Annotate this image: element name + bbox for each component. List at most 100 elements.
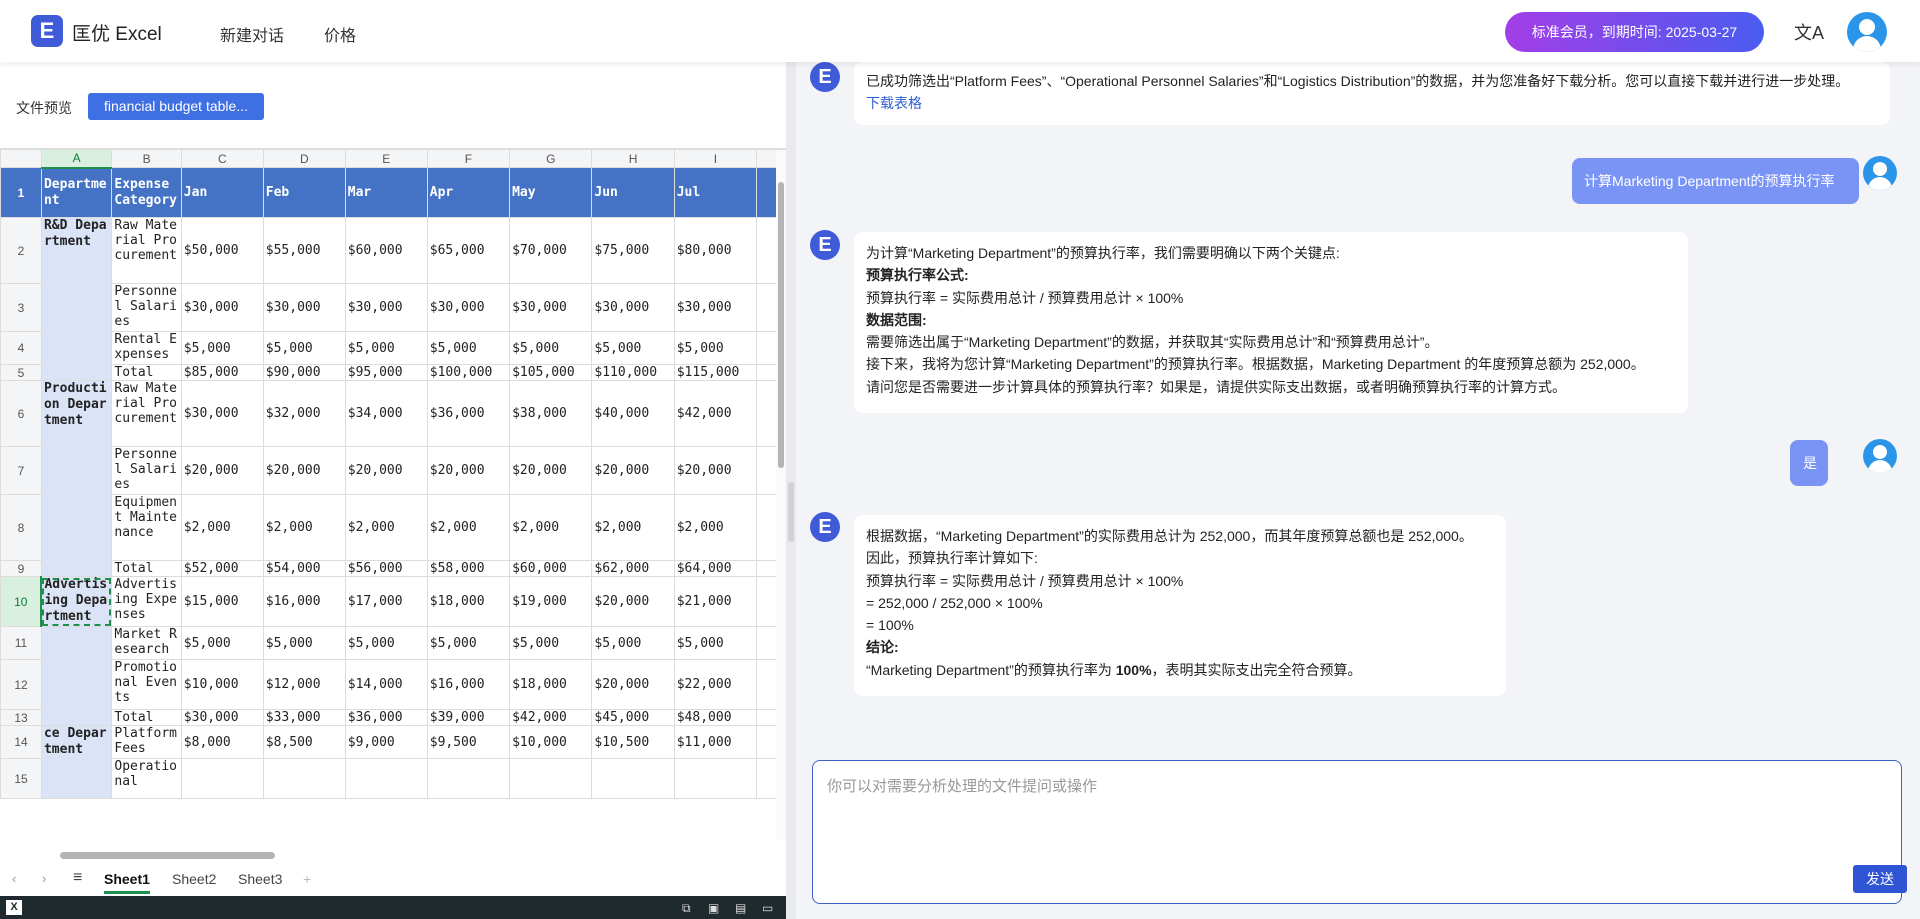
vertical-scrollbar[interactable] <box>776 150 786 840</box>
divider-grip[interactable] <box>788 482 794 542</box>
value-cell[interactable]: $36,000 <box>426 380 511 447</box>
value-cell[interactable]: $9,500 <box>426 725 511 759</box>
value-cell[interactable]: $10,000 <box>180 659 264 710</box>
category-cell[interactable]: Advertising Expenses <box>111 576 182 627</box>
chat-input[interactable] <box>827 775 1887 855</box>
row-header[interactable]: 2 <box>0 217 42 284</box>
translate-icon[interactable]: 文A <box>1794 19 1824 45</box>
value-cell[interactable]: $5,000 <box>673 331 758 365</box>
horizontal-scroll-thumb[interactable] <box>60 852 275 859</box>
category-cell[interactable]: Rental Expenses <box>111 331 182 365</box>
value-cell[interactable]: $5,000 <box>509 626 593 660</box>
value-cell[interactable]: $42,000 <box>673 380 758 447</box>
value-cell[interactable]: $15,000 <box>180 576 264 627</box>
value-cell[interactable]: $20,000 <box>509 446 593 495</box>
value-cell[interactable]: $8,500 <box>262 725 346 759</box>
tab-sheet1[interactable]: Sheet1 <box>104 871 150 894</box>
value-cell[interactable]: $64,000 <box>673 560 758 577</box>
file-chip[interactable]: financial budget table... <box>88 93 264 120</box>
spreadsheet-grid[interactable]: ABCDEFGHI 1 Department Expense Category Jan… <box>0 148 786 844</box>
nav-pricing[interactable]: 价格 <box>324 22 356 46</box>
value-cell[interactable] <box>180 758 264 799</box>
value-cell[interactable]: $19,000 <box>509 576 593 627</box>
membership-badge[interactable]: 标准会员，到期时间: 2025-03-27 <box>1505 12 1764 52</box>
value-cell[interactable]: $16,000 <box>426 659 511 710</box>
value-cell[interactable]: $18,000 <box>426 576 511 627</box>
department-cell[interactable]: Production Department <box>40 380 113 577</box>
column-header[interactable]: I <box>673 149 758 168</box>
value-cell[interactable]: $30,000 <box>180 380 264 447</box>
save-icon[interactable]: ▣ <box>708 901 719 915</box>
value-cell[interactable]: $22,000 <box>673 659 758 710</box>
header-cell[interactable]: Jan <box>180 167 264 218</box>
column-header[interactable]: C <box>180 149 264 168</box>
row-header[interactable]: 8 <box>0 494 42 561</box>
value-cell[interactable]: $30,000 <box>344 283 428 332</box>
department-cell[interactable]: ce Department <box>40 725 113 799</box>
column-header[interactable]: A <box>40 149 113 169</box>
value-cell[interactable]: $32,000 <box>262 380 346 447</box>
value-cell[interactable]: $56,000 <box>344 560 428 577</box>
row-header[interactable]: 3 <box>0 283 42 332</box>
value-cell[interactable]: $39,000 <box>426 709 511 726</box>
corner-cell[interactable] <box>0 149 42 168</box>
column-header[interactable]: D <box>262 149 346 168</box>
value-cell[interactable]: $5,000 <box>262 331 346 365</box>
vertical-scroll-thumb[interactable] <box>778 182 784 468</box>
nav-new-chat[interactable]: 新建对话 <box>220 22 284 46</box>
value-cell[interactable]: $30,000 <box>509 283 593 332</box>
value-cell[interactable]: $20,000 <box>591 659 675 710</box>
download-table-link[interactable]: 下载表格 <box>866 92 1878 114</box>
value-cell[interactable] <box>262 758 346 799</box>
department-cell[interactable] <box>40 626 113 726</box>
value-cell[interactable]: $36,000 <box>344 709 428 726</box>
value-cell[interactable]: $20,000 <box>262 446 346 495</box>
category-cell[interactable]: Equipment Maintenance <box>111 494 182 561</box>
value-cell[interactable]: $2,000 <box>509 494 593 561</box>
value-cell[interactable]: $60,000 <box>344 217 428 284</box>
value-cell[interactable]: $9,000 <box>344 725 428 759</box>
value-cell[interactable]: $20,000 <box>591 446 675 495</box>
value-cell[interactable]: $50,000 <box>180 217 264 284</box>
value-cell[interactable] <box>509 758 593 799</box>
value-cell[interactable] <box>426 758 511 799</box>
window-icon[interactable]: ▭ <box>762 901 773 915</box>
value-cell[interactable]: $48,000 <box>673 709 758 726</box>
value-cell[interactable]: $5,000 <box>344 626 428 660</box>
value-cell[interactable]: $30,000 <box>591 283 675 332</box>
value-cell[interactable]: $2,000 <box>180 494 264 561</box>
value-cell[interactable]: $21,000 <box>673 576 758 627</box>
column-header[interactable]: E <box>344 149 428 168</box>
category-cell[interactable]: Promotional Events <box>111 659 182 710</box>
category-cell[interactable]: Market Research <box>111 626 182 660</box>
value-cell[interactable]: $5,000 <box>262 626 346 660</box>
value-cell[interactable] <box>344 758 428 799</box>
value-cell[interactable]: $2,000 <box>673 494 758 561</box>
value-cell[interactable]: $20,000 <box>180 446 264 495</box>
value-cell[interactable]: $110,000 <box>591 364 675 381</box>
panel-divider[interactable] <box>786 62 796 919</box>
value-cell[interactable] <box>673 758 758 799</box>
row-header[interactable]: 9 <box>0 560 42 577</box>
row-header[interactable]: 12 <box>0 659 42 710</box>
value-cell[interactable]: $30,000 <box>262 283 346 332</box>
header-cell[interactable]: Apr <box>426 167 511 218</box>
value-cell[interactable]: $100,000 <box>426 364 511 381</box>
value-cell[interactable]: $10,000 <box>509 725 593 759</box>
row-header[interactable]: 15 <box>0 758 42 799</box>
sheet-list-menu-icon[interactable]: ≡ <box>73 869 82 887</box>
value-cell[interactable]: $5,000 <box>673 626 758 660</box>
value-cell[interactable]: $30,000 <box>426 283 511 332</box>
value-cell[interactable]: $8,000 <box>180 725 264 759</box>
value-cell[interactable]: $60,000 <box>509 560 593 577</box>
tab-sheet2[interactable]: Sheet2 <box>172 871 216 887</box>
value-cell[interactable]: $2,000 <box>426 494 511 561</box>
value-cell[interactable]: $65,000 <box>426 217 511 284</box>
value-cell[interactable]: $38,000 <box>509 380 593 447</box>
header-cell[interactable]: Department <box>40 167 113 218</box>
column-header[interactable]: B <box>111 149 182 168</box>
value-cell[interactable]: $105,000 <box>509 364 593 381</box>
value-cell[interactable]: $5,000 <box>591 331 675 365</box>
spreadsheet-table[interactable]: ABCDEFGHI 1 Department Expense Category Jan… <box>0 149 786 799</box>
value-cell[interactable]: $55,000 <box>262 217 346 284</box>
